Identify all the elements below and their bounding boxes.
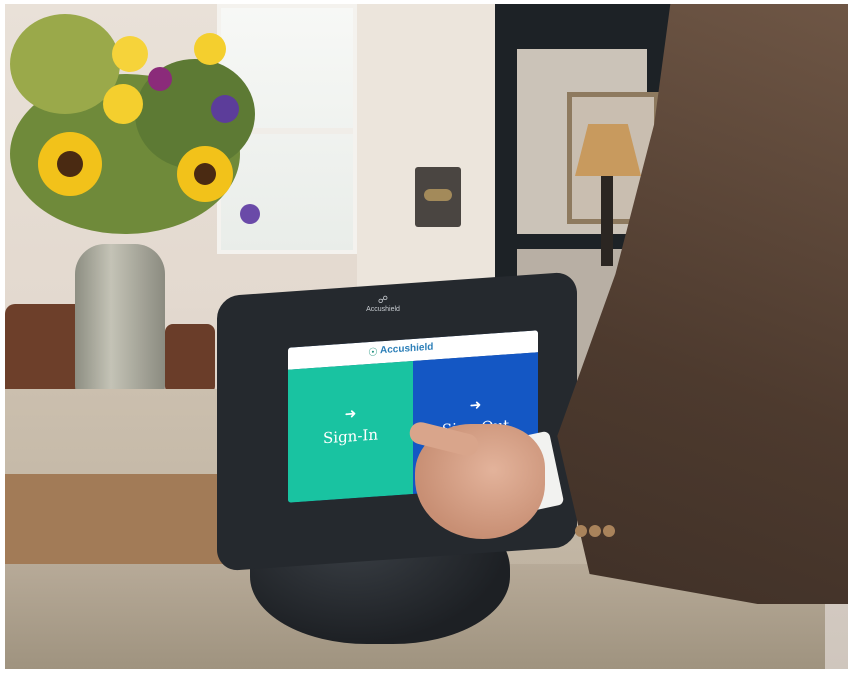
leather-chair-2	[165, 324, 215, 394]
arrow-out-icon: ➜	[469, 396, 482, 414]
arrow-in-icon: ➜	[344, 404, 357, 422]
screen-brand: Accushield	[380, 341, 434, 357]
lamp-base	[601, 176, 613, 266]
leather-chair	[5, 304, 85, 399]
shield-icon: ☉	[368, 346, 378, 360]
sleeve-buttons	[575, 524, 625, 540]
wall-mailbox	[415, 167, 461, 227]
lock-icon: ☍	[377, 295, 389, 306]
kiosk-logo: ☍ Accushield	[363, 295, 403, 313]
sign-in-label: Sign-In	[323, 425, 378, 448]
flower-bouquet	[10, 14, 260, 234]
sign-in-button[interactable]: ➜ Sign-In	[288, 361, 413, 503]
wall	[357, 4, 495, 304]
photo-scene: ☍ Accushield ☉ Accushield ➜ Sign-In ➜ Si…	[5, 4, 848, 669]
glass-vase	[75, 244, 165, 404]
kiosk-brand-text: Accushield	[366, 306, 400, 313]
